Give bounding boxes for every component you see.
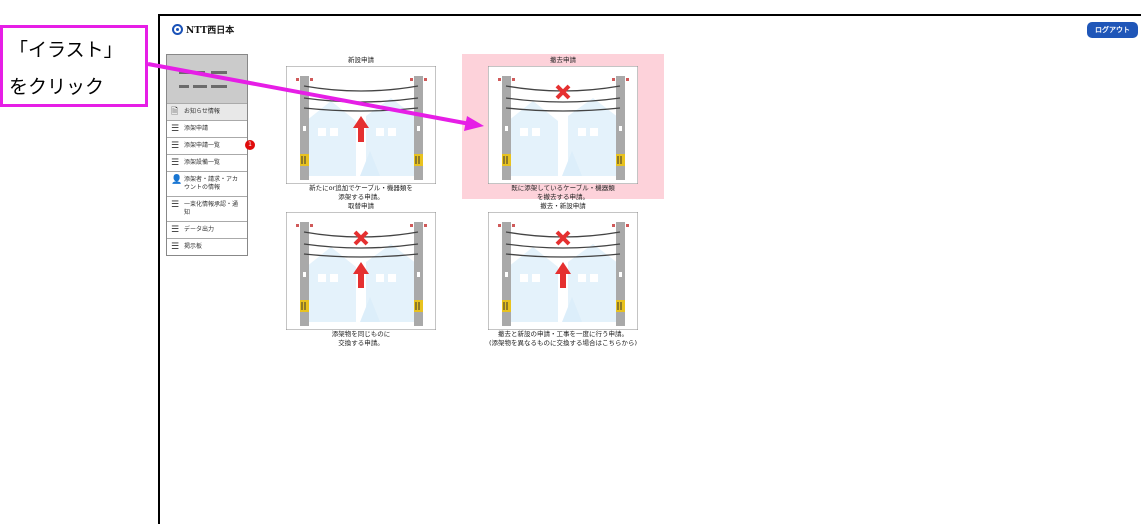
sidebar-item-label: 一束化情報承認・通知 — [184, 201, 239, 216]
card-title: 取替申請 — [348, 202, 374, 210]
list-icon: ☰ — [171, 242, 180, 252]
card-removal-new-application[interactable]: 撤去・新設申請 撤去と新設の申請・工事を一度に行う申請。 (添架物を異なるものに… — [462, 200, 664, 348]
list-icon: ☰ — [171, 225, 180, 235]
sidebar-item-label: 添架申請 — [184, 125, 209, 132]
sidebar-item-notices[interactable]: 🗎 お知らせ情報 — [167, 103, 247, 120]
sidebar-item-label: 添架者・請求・アカウントの情報 — [184, 176, 239, 191]
sidebar-item-bundle-approval[interactable]: ☰ 一束化情報承認・通知 — [167, 196, 247, 221]
sidebar-item-application[interactable]: ☰ 添架申請 — [167, 120, 247, 137]
illustration-replacement[interactable] — [285, 211, 437, 331]
sidebar: 🗎 お知らせ情報 ☰ 添架申請 ☰ 添架申請一覧 1 ☰ 添架設備一覧 👤 添架… — [166, 54, 255, 256]
sidebar-item-label: データ出力 — [184, 226, 215, 233]
card-replacement-application[interactable]: 取替申請 添架物を同じものに 交換する申請。 — [260, 200, 462, 348]
illustration-removal-new[interactable] — [487, 211, 639, 331]
card-title: 撤去・新設申請 — [540, 202, 586, 210]
sidebar-item-label: 添架申請一覧 — [184, 142, 221, 149]
list-icon: ☰ — [171, 200, 180, 210]
annotation-line-2: をクリック — [9, 76, 105, 98]
card-desc-line-1: 新たにor追加でケーブル・機器類を — [309, 184, 413, 192]
sidebar-item-equipment-list[interactable]: ☰ 添架設備一覧 — [167, 154, 247, 171]
sidebar-item-account-info[interactable]: 👤 添架者・請求・アカウントの情報 — [167, 171, 247, 196]
notification-badge: 1 — [245, 140, 255, 150]
illustration-new[interactable] — [285, 65, 437, 185]
ntt-logo-icon — [172, 24, 183, 35]
sidebar-item-data-export[interactable]: ☰ データ出力 — [167, 221, 247, 238]
sidebar-item-label: 添架設備一覧 — [184, 159, 221, 166]
card-title: 新設申請 — [348, 56, 374, 64]
card-desc-line-1: 既に添架しているケーブル・機器類 — [511, 184, 615, 192]
card-title: 撤去申請 — [550, 56, 576, 64]
card-desc-line-1: 添架物を同じものに — [331, 330, 391, 338]
sidebar-item-label: 掲示板 — [184, 243, 203, 250]
document-icon: 🗎 — [171, 107, 179, 117]
sidebar-item-application-list[interactable]: ☰ 添架申請一覧 1 — [167, 137, 255, 154]
list-icon: ☰ — [171, 141, 180, 151]
user-icon: 👤 — [171, 175, 183, 185]
sidebar-item-label: お知らせ情報 — [184, 108, 220, 115]
illustration-removal[interactable] — [487, 65, 639, 185]
card-new-application[interactable]: 新設申請 新たにor追加でケーブル・機器類を 添架する申請。 — [260, 54, 462, 202]
logout-button[interactable]: ログアウト — [1087, 22, 1138, 38]
card-removal-application[interactable]: 撤去申請 既に添架しているケーブル・機器類 を撤去する申請。 — [462, 54, 664, 201]
annotation-line-1: 「イラスト」 — [9, 39, 123, 61]
app-window: NTT西日本 ログアウト 🗎 お知らせ情報 ☰ 添架申請 ☰ 添架申請一覧 1 … — [158, 14, 1141, 524]
annotation-callout: 「イラスト」 をクリック — [0, 25, 148, 107]
sidebar-item-bulletin-board[interactable]: ☰ 掲示板 — [167, 238, 247, 255]
card-desc-line-2: (添架物を異なるものに交換する場合はこちらから) — [488, 339, 638, 347]
logo-text: NTT西日本 — [186, 26, 235, 36]
sidebar-logo — [167, 55, 247, 103]
card-desc-line-2: 交換する申請。 — [338, 339, 384, 347]
ntt-logo: NTT西日本 — [172, 23, 234, 36]
card-desc-line-1: 撤去と新設の申請・工事を一度に行う申請。 — [498, 330, 628, 338]
list-icon: ☰ — [171, 158, 180, 168]
list-icon: ☰ — [171, 124, 180, 134]
